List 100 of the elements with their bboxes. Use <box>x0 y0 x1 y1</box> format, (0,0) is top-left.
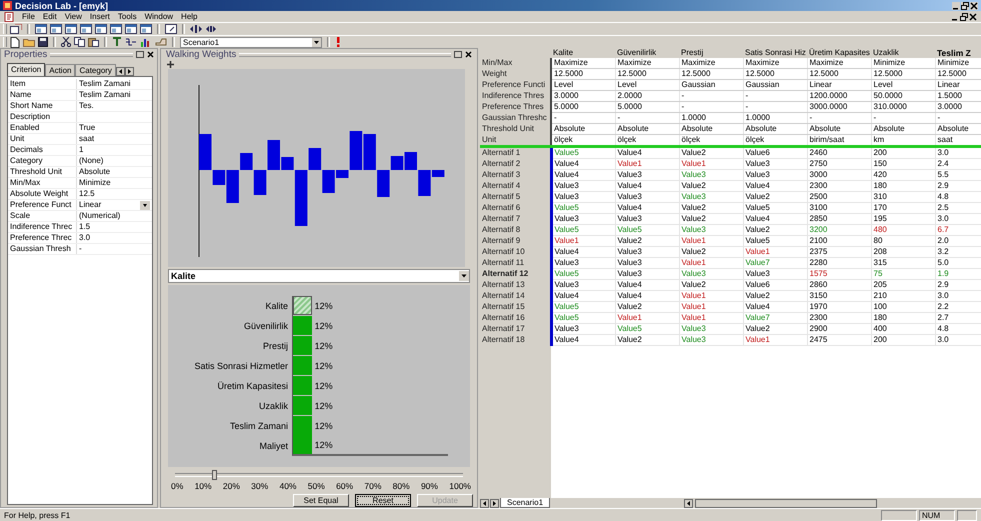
caret-icon <box>140 200 150 210</box>
row-header[interactable]: Alternatif 16 <box>480 312 551 324</box>
row-header[interactable]: Alternatif 15 <box>480 302 551 312</box>
row-header[interactable]: Alternatif 14 <box>480 290 551 302</box>
table-cell: Level <box>551 80 615 90</box>
criterion-dropdown[interactable]: Kalite <box>168 268 470 283</box>
window-title: Decision Lab - [emyk] <box>15 0 110 10</box>
scroll-right-icon[interactable] <box>490 498 499 508</box>
tab[interactable]: Criterion <box>7 63 46 76</box>
scroll-right-icon[interactable] <box>124 67 134 76</box>
scrollbar-thumb[interactable] <box>694 498 876 508</box>
column-header[interactable]: Teslim Z <box>935 48 981 58</box>
weight-slider[interactable] <box>175 471 463 479</box>
menu-item[interactable]: File <box>22 12 35 21</box>
criterion-label: Uzaklik <box>258 400 289 413</box>
tick-label: 80% <box>392 481 410 491</box>
close-icon[interactable] <box>147 51 154 58</box>
minimize-icon[interactable] <box>952 2 960 10</box>
table-cell: Value5 <box>551 312 615 324</box>
column-header[interactable]: Prestij <box>679 48 743 58</box>
new-document-icon[interactable] <box>10 36 20 48</box>
window-icon[interactable] <box>65 24 77 34</box>
window-icon[interactable] <box>10 24 22 34</box>
row-header[interactable]: Alternatif 6 <box>480 202 551 214</box>
window-icon[interactable] <box>125 24 137 34</box>
table-cell: Maximize <box>615 58 679 68</box>
action-button[interactable]: Reset <box>355 494 411 507</box>
action-button[interactable]: Set Equal <box>293 494 349 507</box>
menu-item[interactable]: Edit <box>42 12 57 21</box>
column-header[interactable]: Üretim Kapasites <box>807 48 871 58</box>
table-cell: Value3 <box>551 324 615 334</box>
property-value: (Numerical) <box>78 211 122 221</box>
row-header[interactable]: Alternatif 12 <box>480 268 551 280</box>
weight-percent: 12% <box>314 400 333 411</box>
column-header[interactable]: Güvenilirlik <box>615 48 679 58</box>
weight-bar[interactable] <box>293 296 312 316</box>
property-name: Preference Threc <box>8 233 77 243</box>
row-header[interactable]: Alternatif 3 <box>480 170 551 180</box>
exclamation-icon[interactable] <box>335 37 341 47</box>
window-icon[interactable] <box>165 24 177 34</box>
property-name: Indiference Threc <box>8 222 77 232</box>
slider-thumb[interactable] <box>212 470 218 480</box>
tick-label: 90% <box>420 481 438 491</box>
copy-icon[interactable] <box>74 37 85 47</box>
arrows-icon[interactable] <box>190 24 202 34</box>
row-header[interactable]: Alternatif 2 <box>480 158 551 170</box>
row-header[interactable]: Alternatif 11 <box>480 258 551 268</box>
row-header[interactable]: Alternatif 4 <box>480 180 551 192</box>
row-header: Preference Functi <box>480 80 551 90</box>
row-header[interactable]: Alternatif 5 <box>480 192 551 202</box>
restore-icon[interactable] <box>960 12 968 20</box>
property-name: Gaussian Thresh <box>8 244 77 254</box>
tree-icon[interactable] <box>125 37 137 47</box>
pin-icon[interactable] <box>167 60 174 68</box>
row-header[interactable]: Alternatif 10 <box>480 246 551 258</box>
window-icon[interactable] <box>95 24 107 34</box>
close-icon[interactable] <box>465 51 472 58</box>
column-header[interactable]: Kalite <box>551 48 615 58</box>
row-header[interactable]: Alternatif 17 <box>480 324 551 334</box>
scroll-left-icon[interactable] <box>684 498 692 508</box>
window-icon[interactable] <box>50 24 62 34</box>
tool-icon[interactable] <box>112 37 122 47</box>
window-icon[interactable] <box>140 24 152 34</box>
row-header[interactable]: Alternatif 9 <box>480 236 551 246</box>
criterion-label: Prestij <box>262 340 289 353</box>
menu-item[interactable]: Tools <box>118 12 137 21</box>
property-value[interactable]: Linear <box>77 200 152 210</box>
menu-item[interactable]: Window <box>144 12 174 21</box>
caret-icon <box>312 38 321 46</box>
table-cell: 3.0000 <box>551 90 615 102</box>
close-icon[interactable] <box>969 12 977 20</box>
menu-item[interactable]: View <box>64 12 82 21</box>
tab[interactable]: Action <box>45 64 76 76</box>
menu-item[interactable]: Insert <box>90 12 110 21</box>
save-icon[interactable] <box>38 37 48 47</box>
sheet-tab[interactable]: Scenario1 <box>500 498 550 508</box>
tab[interactable]: Category <box>75 64 116 76</box>
scroll-left-icon[interactable] <box>116 67 125 76</box>
restore-icon[interactable] <box>454 51 462 58</box>
row-header[interactable]: Alternatif 13 <box>480 280 551 290</box>
row-header[interactable]: Alternatif 8 <box>480 224 551 236</box>
chart-icon[interactable] <box>140 37 152 47</box>
scroll-left-icon[interactable] <box>480 498 489 508</box>
paste-icon[interactable] <box>88 37 99 47</box>
window-icon[interactable] <box>35 24 47 34</box>
column-header[interactable]: Uzaklik <box>871 48 935 58</box>
arrows-icon[interactable] <box>205 24 217 34</box>
window-icon[interactable] <box>110 24 122 34</box>
window-icon[interactable] <box>80 24 92 34</box>
property-name: Threshold Unit <box>8 167 77 177</box>
close-icon[interactable] <box>970 2 978 10</box>
restore-icon[interactable] <box>961 2 969 10</box>
weight-percent: 12% <box>314 440 333 450</box>
row-header[interactable]: Alternatif 7 <box>480 214 551 224</box>
scenario-dropdown[interactable]: Scenario1 <box>180 36 322 48</box>
restore-icon[interactable] <box>136 51 144 58</box>
menu-item[interactable]: Help <box>181 12 198 21</box>
row-header[interactable]: Alternatif 18 <box>480 334 551 346</box>
column-header[interactable]: Satis Sonrasi Hiz <box>743 48 807 58</box>
scissors-icon[interactable] <box>61 37 71 47</box>
